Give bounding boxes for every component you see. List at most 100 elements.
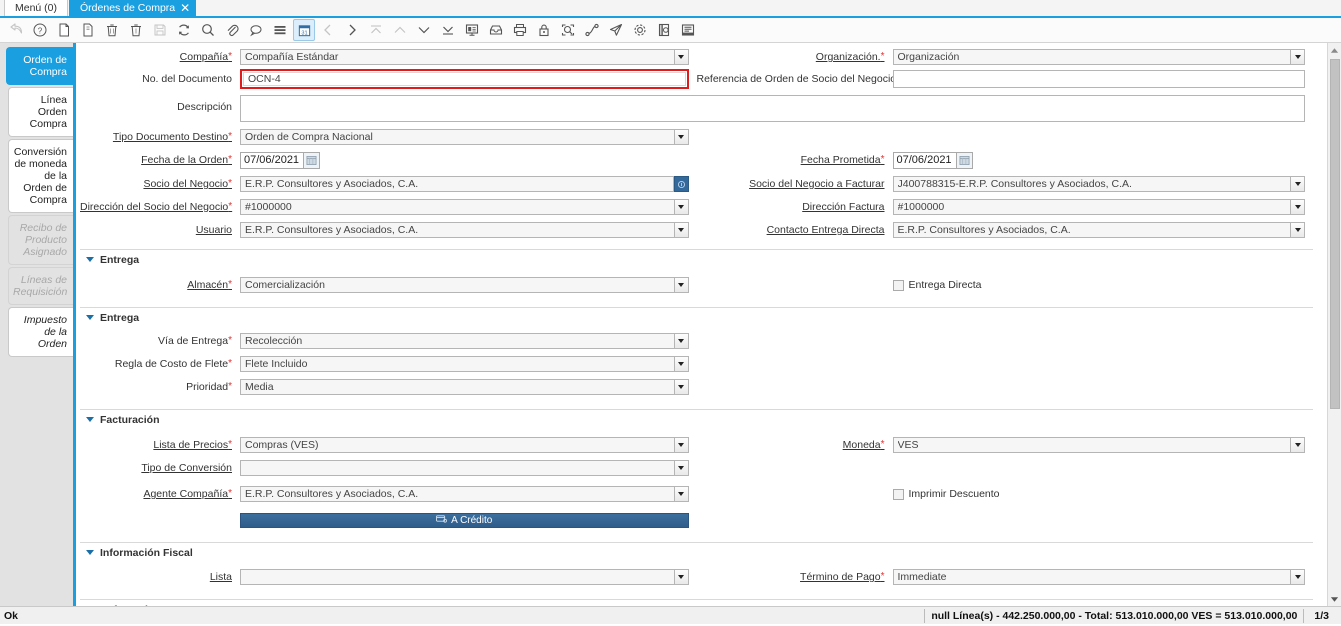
input-tipo-conversion[interactable]	[240, 460, 675, 476]
search-icon[interactable]	[197, 19, 219, 41]
tab-ordenes-de-compra[interactable]: Órdenes de Compra ✕	[69, 0, 196, 16]
section-header-entrega-1[interactable]: Entrega	[80, 252, 1313, 267]
business-partner-info-icon[interactable]	[674, 176, 689, 192]
chevron-down-icon[interactable]	[675, 486, 689, 502]
input-direccion-socio[interactable]	[240, 199, 675, 215]
input-contacto-entrega[interactable]	[893, 222, 1292, 238]
chevron-down-icon[interactable]	[1291, 437, 1305, 453]
new-record-icon[interactable]	[53, 19, 75, 41]
input-regla-costo-flete[interactable]	[240, 356, 675, 372]
chevron-down-icon[interactable]	[1291, 222, 1305, 238]
chevron-down-icon[interactable]	[675, 460, 689, 476]
section-header-referencia[interactable]: Referencia	[80, 602, 1313, 606]
checkbox-entrega-directa[interactable]: Entrega Directa	[893, 279, 982, 291]
scroll-down-icon[interactable]	[1328, 592, 1341, 606]
workflow-icon[interactable]	[581, 19, 603, 41]
chevron-down-icon[interactable]	[1291, 569, 1305, 585]
attachment-icon[interactable]	[221, 19, 243, 41]
input-lista-precios[interactable]	[240, 437, 675, 453]
calendar-picker-icon[interactable]	[957, 152, 973, 169]
section-header-informacion-fiscal[interactable]: Información Fiscal	[80, 545, 1313, 560]
input-tipo-documento-destino[interactable]	[240, 129, 675, 145]
undo-icon[interactable]	[5, 19, 27, 41]
input-via-entrega[interactable]	[240, 333, 675, 349]
chevron-down-icon[interactable]	[675, 437, 689, 453]
sidebar-item-impuesto-de-la-orden[interactable]: Impuesto de la Orden	[8, 307, 73, 357]
scroll-up-icon[interactable]	[1328, 43, 1341, 57]
chevron-down-icon[interactable]	[675, 569, 689, 585]
input-usuario[interactable]	[240, 222, 675, 238]
sidebar-item-linea-orden-compra[interactable]: Línea Orden Compra	[8, 87, 73, 137]
checkbox-imprimir-descuento[interactable]: Imprimir Descuento	[893, 488, 1000, 500]
input-moneda[interactable]	[893, 437, 1292, 453]
delete-record-icon[interactable]	[101, 19, 123, 41]
checkbox-box[interactable]	[893, 280, 904, 291]
previous-record-icon[interactable]	[317, 19, 339, 41]
refresh-icon[interactable]	[173, 19, 195, 41]
input-fecha-orden[interactable]	[240, 152, 304, 169]
save-icon[interactable]	[149, 19, 171, 41]
document-list-icon[interactable]	[677, 19, 699, 41]
close-icon[interactable]: ✕	[180, 1, 190, 16]
input-referencia-orden[interactable]	[893, 70, 1306, 88]
help-icon[interactable]: ?	[29, 19, 51, 41]
input-agente-compania[interactable]	[240, 486, 675, 502]
input-no-documento[interactable]	[243, 72, 686, 86]
input-descripcion[interactable]	[240, 95, 1305, 122]
sidebar-item-lineas-requisicion[interactable]: Líneas de Requisición	[8, 267, 73, 305]
down-record-icon[interactable]	[413, 19, 435, 41]
product-info-icon[interactable]	[653, 19, 675, 41]
archive-icon[interactable]	[485, 19, 507, 41]
chevron-down-icon[interactable]	[675, 277, 689, 293]
input-almacen[interactable]	[240, 277, 675, 293]
chevron-down-icon[interactable]	[675, 379, 689, 395]
input-compania[interactable]	[240, 49, 675, 65]
chevron-down-icon[interactable]	[1291, 49, 1305, 65]
lock-icon[interactable]	[533, 19, 555, 41]
input-prioridad[interactable]	[240, 379, 675, 395]
settings-icon[interactable]	[629, 19, 651, 41]
report-view-icon[interactable]	[461, 19, 483, 41]
chevron-down-icon[interactable]	[675, 129, 689, 145]
chat-icon[interactable]	[245, 19, 267, 41]
first-record-icon[interactable]	[365, 19, 387, 41]
chevron-down-icon[interactable]	[1291, 199, 1305, 215]
print-icon[interactable]	[509, 19, 531, 41]
a-credito-button[interactable]: A Crédito	[240, 513, 689, 528]
tab-menu[interactable]: Menú (0)	[4, 0, 68, 16]
input-direccion-factura[interactable]	[893, 199, 1292, 215]
send-icon[interactable]	[605, 19, 627, 41]
label-regla-costo-flete: Regla de Costo de Flete*	[80, 358, 240, 370]
chevron-down-icon[interactable]	[675, 356, 689, 372]
input-socio-negocio[interactable]	[240, 176, 674, 192]
sidebar-item-orden-de-compra[interactable]: Orden de Compra	[6, 47, 73, 85]
section-header-facturacion[interactable]: Facturación	[80, 412, 1313, 427]
section-header-entrega-2[interactable]: Entrega	[80, 310, 1313, 325]
chevron-down-icon[interactable]	[1291, 176, 1305, 192]
input-lista[interactable]	[240, 569, 675, 585]
input-termino-pago[interactable]	[893, 569, 1292, 585]
section-entrega-2: Entrega Vía de Entrega*	[80, 307, 1313, 406]
chevron-down-icon[interactable]	[675, 49, 689, 65]
sidebar-item-conversion-moneda[interactable]: Conversión de moneda de la Orden de Comp…	[8, 139, 73, 213]
label-via-entrega: Vía de Entrega*	[80, 335, 240, 347]
chevron-down-icon[interactable]	[675, 199, 689, 215]
scrollbar-thumb[interactable]	[1330, 59, 1340, 409]
up-record-icon[interactable]	[389, 19, 411, 41]
checkbox-box[interactable]	[893, 489, 904, 500]
vertical-scrollbar[interactable]	[1327, 43, 1341, 606]
input-organizacion[interactable]	[893, 49, 1292, 65]
chevron-down-icon[interactable]	[675, 222, 689, 238]
calendar-picker-icon[interactable]	[304, 152, 320, 169]
calendar-icon[interactable]: 31	[293, 19, 315, 41]
input-socio-negocio-facturar[interactable]	[893, 176, 1292, 192]
grid-toggle-icon[interactable]	[269, 19, 291, 41]
next-record-icon[interactable]	[341, 19, 363, 41]
chevron-down-icon[interactable]	[675, 333, 689, 349]
delete-selection-icon[interactable]	[125, 19, 147, 41]
input-fecha-prometida[interactable]	[893, 152, 957, 169]
zoom-across-icon[interactable]	[557, 19, 579, 41]
last-record-icon[interactable]	[437, 19, 459, 41]
copy-record-icon[interactable]	[77, 19, 99, 41]
sidebar-item-recibo-producto-asignado[interactable]: Recibo de Producto Asignado	[8, 215, 73, 265]
